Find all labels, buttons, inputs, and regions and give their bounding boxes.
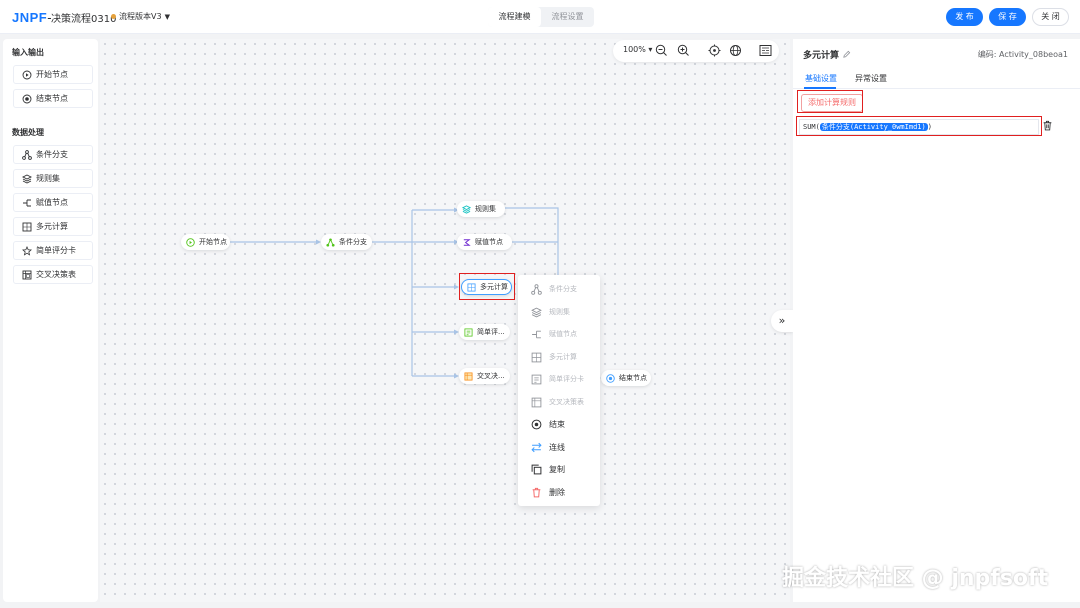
menu-item-label: 结束 xyxy=(549,419,565,429)
node-label: 赋值节点 xyxy=(475,238,503,246)
menu-item-label: 规则集 xyxy=(549,308,570,316)
menu-item-label: 条件分支 xyxy=(549,285,577,293)
copy-icon xyxy=(531,464,542,475)
active-tab-indicator xyxy=(804,87,836,89)
menu-item-label: 删除 xyxy=(549,487,565,497)
expand-panel-icon[interactable]: » xyxy=(771,310,793,332)
node-label: 简单评... xyxy=(477,328,505,336)
flow-node-ruleset[interactable]: 规则集 xyxy=(457,201,505,217)
tab-exception-settings[interactable]: 异常设置 xyxy=(855,73,887,84)
menu-item-add-ruleset: 规则集 xyxy=(531,305,570,319)
menu-item-label: 简单评分卡 xyxy=(549,375,584,383)
trash-icon xyxy=(531,487,542,498)
trash-icon[interactable] xyxy=(1042,120,1053,134)
menu-item-add-assign: 赋值节点 xyxy=(531,327,577,341)
node-label: 条件分支 xyxy=(339,238,367,246)
scorecard-icon xyxy=(531,374,542,385)
panel-title: 多元计算 xyxy=(803,48,851,61)
canvas-toolbar: 100% ▾ xyxy=(613,40,779,62)
flow-node-assign[interactable]: 赋值节点 xyxy=(457,234,512,250)
layers-icon xyxy=(531,307,542,318)
flow-node-start[interactable]: 开始节点 xyxy=(181,234,230,250)
menu-item-label: 复制 xyxy=(549,464,565,474)
locate-icon[interactable] xyxy=(708,44,721,57)
flow-node-end[interactable]: 结束节点 xyxy=(601,370,651,386)
play-circle-icon xyxy=(186,237,195,247)
menu-item-add-scorecard: 简单评分卡 xyxy=(531,372,584,386)
globe-icon[interactable] xyxy=(729,44,742,57)
flow-node-cross-table[interactable]: 交叉决... xyxy=(459,368,510,384)
branch-icon xyxy=(326,237,335,247)
table-icon xyxy=(464,371,473,381)
table-icon xyxy=(531,397,542,408)
menu-item-delete[interactable]: 删除 xyxy=(531,485,565,499)
layers-icon xyxy=(462,204,471,214)
menu-item-copy[interactable]: 复制 xyxy=(531,462,565,476)
flow-node-scorecard[interactable]: 简单评... xyxy=(459,324,510,340)
node-label: 结束节点 xyxy=(619,374,647,382)
stop-circle-icon xyxy=(606,373,615,383)
node-label: 规则集 xyxy=(475,205,496,213)
menu-item-connect[interactable]: 连线 xyxy=(531,440,565,454)
menu-item-label: 赋值节点 xyxy=(549,330,577,338)
minimap-icon[interactable] xyxy=(759,44,772,57)
node-code: 编码: Activity_08beoa1 xyxy=(977,50,1068,59)
zoom-level-select[interactable]: 100% ▾ xyxy=(623,45,652,54)
scorecard-icon xyxy=(464,327,473,337)
watermark-text: 掘金技术社区 @ jnpfsoft xyxy=(782,566,1049,591)
highlight-box-calc-node xyxy=(459,273,515,300)
zoom-in-icon[interactable] xyxy=(677,44,690,57)
tab-basic-settings[interactable]: 基础设置 xyxy=(805,73,837,84)
menu-item-label: 交叉决策表 xyxy=(549,398,584,406)
zoom-out-icon[interactable] xyxy=(655,44,668,57)
menu-item-add-branch: 条件分支 xyxy=(531,282,577,296)
connect-icon xyxy=(531,442,542,453)
menu-item-label: 多元计算 xyxy=(549,353,577,361)
highlight-box-formula xyxy=(796,116,1042,136)
stop-circle-icon xyxy=(531,419,542,430)
menu-item-add-calc: 多元计算 xyxy=(531,350,577,364)
menu-item-add-cross-table: 交叉决策表 xyxy=(531,395,584,409)
highlight-box-add-rule xyxy=(797,90,863,113)
branch-icon xyxy=(531,283,542,295)
menu-item-label: 连线 xyxy=(549,442,565,452)
flow-node-branch[interactable]: 条件分支 xyxy=(321,234,372,250)
panel-tabs: 基础设置 异常设置 xyxy=(793,71,1080,89)
calc-grid-icon xyxy=(531,352,542,363)
assign-icon xyxy=(531,329,542,340)
assign-icon xyxy=(462,238,471,247)
edit-icon[interactable] xyxy=(842,50,851,61)
node-context-menu: 条件分支 规则集 赋值节点 多元计算 简单评分卡 交叉决策表 结束 连线 复制 … xyxy=(518,275,600,506)
node-label: 开始节点 xyxy=(199,238,227,246)
menu-item-end[interactable]: 结束 xyxy=(531,417,565,431)
node-label: 交叉决... xyxy=(477,372,505,380)
